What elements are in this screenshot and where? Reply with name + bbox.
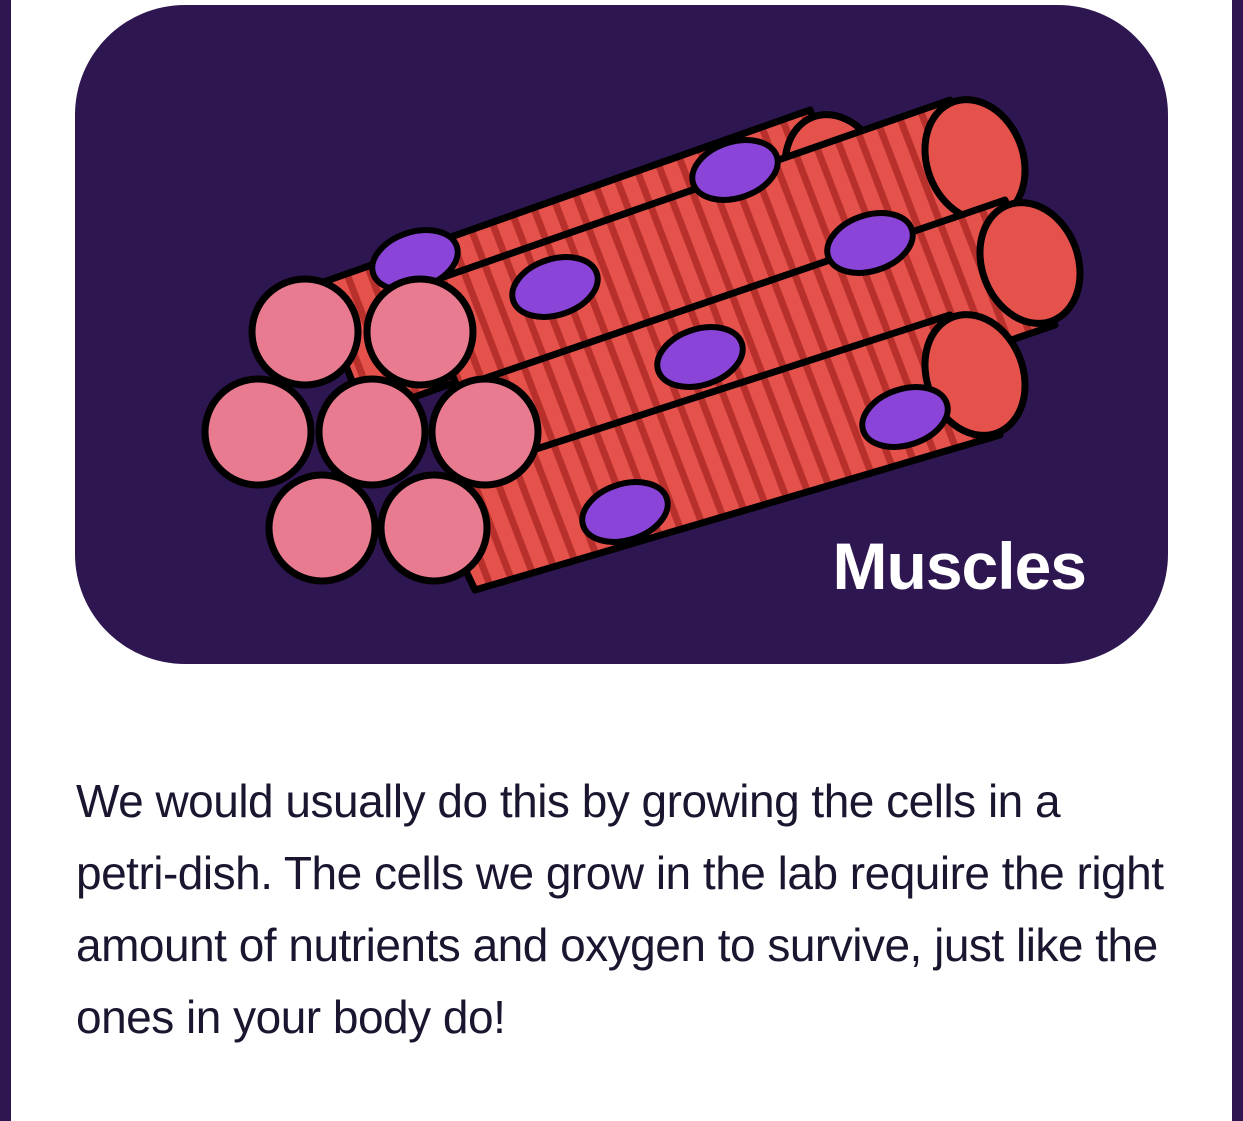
content-page: Muscles We would usually do this by grow… (11, 0, 1232, 1121)
card-title: Muscles (832, 529, 1087, 603)
muscles-card[interactable]: Muscles (75, 5, 1168, 664)
body-paragraph: We would usually do this by growing the … (76, 775, 1164, 1043)
